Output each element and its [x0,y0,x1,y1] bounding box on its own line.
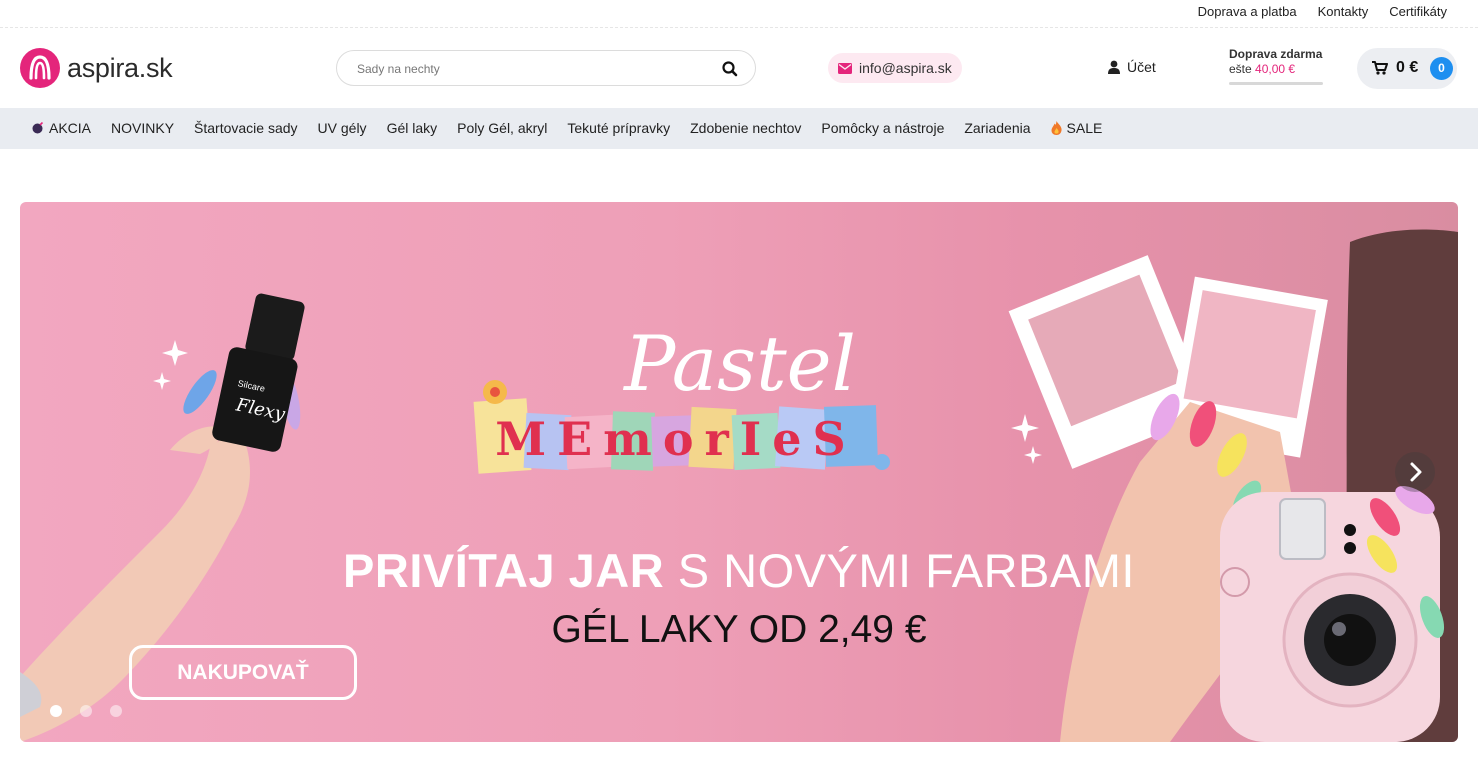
carousel-next-button[interactable] [1395,452,1435,492]
shop-now-button[interactable]: NAKUPOVAŤ [129,645,357,700]
free-shipping-progress: Doprava zdarma ešte 40,00 € [1229,47,1323,85]
nav-label: Štartovacie sady [194,120,298,136]
logo[interactable]: aspira.sk [20,48,173,88]
hero-banner[interactable]: Silcare Flexy Pastel MEmorIeS PRIVÍTAJ J… [20,202,1458,742]
nav-item-pomocky-a-nastroje[interactable]: Pomôcky a nástroje [821,120,944,136]
carousel-dot[interactable] [80,705,92,717]
nav-item-tekute-pripravky[interactable]: Tekuté prípravky [567,120,670,136]
link-contacts[interactable]: Kontakty [1318,4,1369,19]
sparkle-icon [162,340,188,366]
nav-item-zdobenie-nechtov[interactable]: Zdobenie nechtov [690,120,801,136]
nav-item-akcia[interactable]: AKCIA [32,120,91,136]
search-input[interactable] [357,59,697,79]
free-shipping-prefix: ešte [1229,62,1252,76]
sparkle-icon [1024,446,1042,464]
nav-item-gel-laky[interactable]: Gél laky [387,120,438,136]
link-certificates[interactable]: Certifikáty [1389,4,1447,19]
carousel-dots [50,705,122,717]
hero-headline: PRIVÍTAJ JAR S NOVÝMI FARBAMI [20,543,1458,598]
header: aspira.sk info@aspira.sk Účet Doprava zd… [0,28,1478,108]
account-link[interactable]: Účet [1108,59,1156,75]
nav-item-startovacie-sady[interactable]: Štartovacie sady [194,120,298,136]
logo-icon [20,48,60,88]
fire-icon [1051,121,1062,135]
free-shipping-bar [1229,82,1323,85]
hero-headline-bold: PRIVÍTAJ JAR [343,544,665,597]
carousel-dot[interactable] [110,705,122,717]
search-icon [722,61,738,77]
nav-item-sale[interactable]: SALE [1051,120,1103,136]
bomb-icon [32,122,44,134]
email-link[interactable]: info@aspira.sk [828,53,962,83]
logo-text: aspira.sk [67,52,173,83]
search-box [336,50,756,86]
nav-label: Pomôcky a nástroje [821,120,945,136]
nav-label: Gél laky [386,120,438,136]
cart-total: 0 € [1396,59,1419,76]
nav-label: SALE [1066,120,1103,136]
email-text: info@aspira.sk [859,60,952,76]
nav-label: Tekuté prípravky [567,120,671,136]
nav-label: Poly Gél, akryl [457,120,548,136]
nav-item-uv-gely[interactable]: UV gély [318,120,367,136]
free-shipping-amount: 40,00 € [1255,62,1296,76]
sparkle-icon [153,372,171,390]
nav-label: NOVINKY [111,120,175,136]
cart-count-badge: 0 [1430,57,1453,80]
nav-label: AKCIA [49,120,92,136]
main-navigation: AKCIA NOVINKY Štartovacie sady UV gély G… [0,108,1478,149]
nav-label: UV gély [317,120,367,136]
free-shipping-remaining: ešte 40,00 € [1229,62,1323,76]
utility-bar: Doprava a platba Kontakty Certifikáty [0,0,1478,28]
hero-headline-light: S NOVÝMI FARBAMI [677,544,1135,597]
nav-label: Zdobenie nechtov [690,120,802,136]
letters-title: MEmorIeS [495,412,857,466]
cart-button[interactable]: 0 € 0 [1357,48,1457,89]
search-button[interactable] [721,60,739,78]
nav-item-zariadenia[interactable]: Zariadenia [964,120,1030,136]
nav-label: Zariadenia [964,120,1031,136]
cart-icon [1372,61,1388,75]
nav-item-poly-gel-akryl[interactable]: Poly Gél, akryl [457,120,547,136]
user-icon [1108,60,1120,74]
sparkle-icon [1011,414,1039,442]
utility-links: Doprava a platba Kontakty Certifikáty [1198,4,1447,19]
chevron-right-icon [1410,462,1422,482]
envelope-icon [838,62,852,74]
link-shipping-payment[interactable]: Doprava a platba [1198,4,1297,19]
nav-item-novinky[interactable]: NOVINKY [111,120,174,136]
free-shipping-title: Doprava zdarma [1229,47,1323,61]
carousel-dot[interactable] [50,705,62,717]
script-title: Pastel [622,319,856,408]
account-label: Účet [1127,59,1156,75]
